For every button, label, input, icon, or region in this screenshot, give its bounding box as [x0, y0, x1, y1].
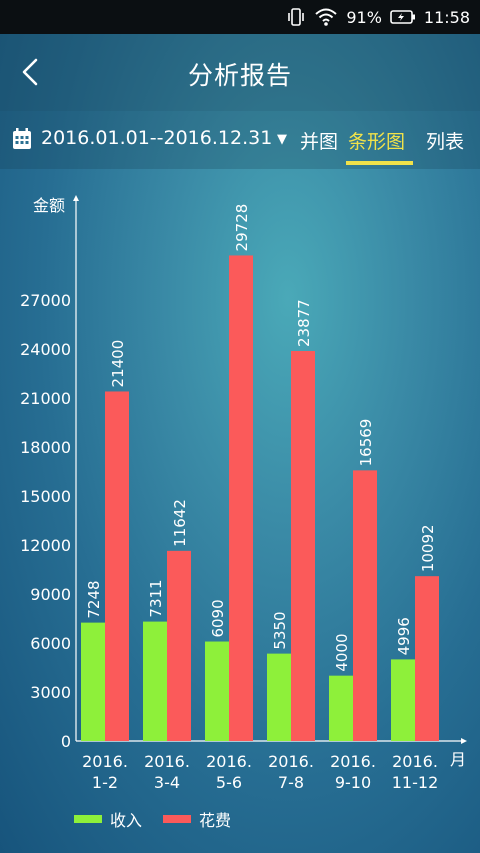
y-tick-label: 21000 [20, 389, 71, 408]
dropdown-caret-icon[interactable]: ▼ [277, 132, 287, 147]
expense-value-label: 11642 [171, 499, 189, 547]
x-tick-label: 7-8 [278, 773, 304, 792]
x-tick-label: 2016. [206, 752, 252, 771]
x-tick-label: 11-12 [392, 773, 439, 792]
x-tick-label: 2016. [268, 752, 314, 771]
x-tick-label: 2016. [82, 752, 128, 771]
battery-charging-icon [390, 10, 415, 24]
status-bar: 91% 11:58 [0, 0, 480, 34]
y-tick-label: 0 [61, 732, 71, 751]
tab-list[interactable]: 列表 [426, 127, 464, 154]
income-bar [81, 622, 105, 741]
y-axis-title: 金额 [33, 196, 65, 215]
y-tick-label: 12000 [20, 536, 71, 555]
x-tick-label: 9-10 [335, 773, 371, 792]
bar-chart: 金额月 0 3000 6000 9000 12000 15000 18000 21000 2400… [20, 195, 467, 792]
y-tick-label: 24000 [20, 340, 71, 359]
income-value-label: 6090 [209, 599, 227, 637]
battery-percent: 91% [346, 7, 382, 27]
legend-income-swatch [74, 815, 102, 823]
income-value-label: 5350 [271, 611, 289, 649]
expense-bar [105, 391, 129, 741]
app-header: 分析报告 [0, 34, 480, 111]
x-tick-label: 2016. [392, 752, 438, 771]
expense-value-label: 10092 [419, 524, 437, 572]
income-bar [391, 659, 415, 741]
income-value-label: 7248 [85, 580, 103, 618]
y-tick-label: 18000 [20, 438, 71, 457]
expense-bar [415, 576, 439, 741]
expense-value-label: 23877 [295, 299, 313, 347]
x-tick-label: 2016. [330, 752, 376, 771]
expense-value-label: 29728 [233, 204, 251, 252]
expense-bar [167, 550, 191, 741]
y-tick-label: 9000 [30, 585, 71, 604]
legend-expense-label: 花费 [199, 811, 232, 830]
legend-expense: 花费 [163, 807, 231, 831]
income-value-label: 4000 [333, 633, 351, 671]
expense-value-label: 21400 [109, 340, 127, 388]
expense-bar [291, 351, 315, 741]
expense-value-label: 16569 [357, 419, 375, 467]
y-tick-label: 3000 [30, 683, 71, 702]
expense-bar [353, 470, 377, 741]
wifi-icon [315, 8, 337, 26]
x-tick-label: 5-6 [216, 773, 242, 792]
y-tick-label: 15000 [20, 487, 71, 506]
vibrate-icon [288, 8, 305, 26]
x-tick-label: 1-2 [92, 773, 118, 792]
legend-income-label: 收入 [110, 811, 143, 830]
income-bar [267, 653, 291, 741]
tab-pie-chart[interactable]: 并图 [300, 127, 338, 154]
y-axis-arrow [73, 195, 79, 201]
calendar-icon[interactable] [12, 128, 32, 150]
income-bar [143, 621, 167, 741]
income-value-label: 7311 [147, 579, 165, 617]
tab-bar-chart[interactable]: 条形图 [348, 127, 405, 154]
active-tab-indicator [346, 161, 413, 165]
filter-bar: 2016.01.01--2016.12.31 ▼ 并图 条形图 列表 [0, 111, 480, 169]
y-tick-label: 27000 [20, 291, 71, 310]
expense-bar [229, 255, 253, 741]
date-range-selector[interactable]: 2016.01.01--2016.12.31 [41, 127, 272, 149]
x-tick-label: 3-4 [154, 773, 180, 792]
legend-expense-swatch [163, 815, 191, 823]
income-value-label: 4996 [395, 617, 413, 655]
income-bar [205, 641, 229, 741]
clock: 11:58 [423, 7, 470, 27]
page-title: 分析报告 [187, 61, 292, 90]
legend-income: 收入 [74, 807, 142, 831]
x-tick-label: 2016. [144, 752, 190, 771]
y-tick-label: 6000 [30, 634, 71, 653]
x-axis-title: 月 [450, 750, 466, 769]
income-bar [329, 675, 353, 741]
x-axis-arrow [461, 738, 467, 744]
